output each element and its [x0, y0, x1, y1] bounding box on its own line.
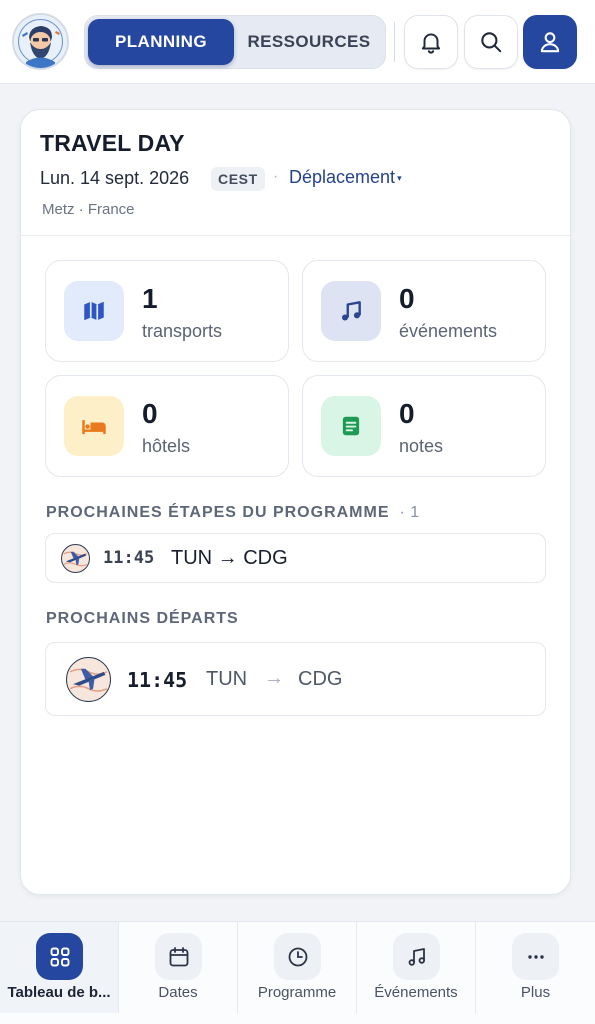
day-location: Metz · France [42, 201, 135, 218]
stat-events[interactable]: 0 événements [302, 260, 546, 362]
notifications-button[interactable] [404, 15, 458, 69]
stat-label: événements [399, 321, 498, 341]
search-icon [481, 32, 502, 53]
stat-count: 0 [399, 398, 415, 429]
departure-destination: CDG [298, 668, 343, 690]
day-summary-card: TRAVEL DAY Lun. 14 sept. 2026 CEST · Dép… [20, 109, 571, 895]
calendar-icon [155, 933, 202, 980]
separator-dot: · [273, 168, 279, 185]
bearded-man-logo-icon [14, 15, 67, 68]
stat-transports[interactable]: 1 transports [45, 260, 289, 362]
map-icon [64, 281, 124, 341]
step-route: TUN → CDG [171, 547, 288, 569]
departure-time: 11:45 [127, 668, 188, 692]
clock-icon [274, 933, 321, 980]
section-count: · 1 [399, 504, 420, 521]
nav-programme[interactable]: Programme [238, 922, 357, 1013]
bell-icon [421, 33, 441, 54]
nav-label: Tableau de b... [7, 984, 111, 1001]
tab-ressources[interactable]: RESSOURCES [236, 19, 382, 65]
nav-dates[interactable]: Dates [119, 922, 238, 1013]
stat-label: hôtels [142, 436, 191, 456]
header-divider [394, 22, 395, 62]
more-icon [512, 933, 559, 980]
music-icon [321, 281, 381, 341]
departure-item[interactable]: 11:45 TUN → CDG [45, 642, 546, 716]
airplane-icon [61, 544, 90, 573]
day-type-label: Déplacement [289, 167, 396, 187]
nav-more[interactable]: Plus [476, 922, 595, 1013]
account-button[interactable] [523, 15, 577, 69]
departure-origin: TUN [206, 668, 248, 690]
timezone-badge: CEST [211, 167, 265, 191]
caret-down-icon: ▾ [397, 172, 402, 183]
nav-label: Programme [257, 984, 337, 1001]
nav-label: Plus [520, 984, 551, 1001]
stat-count: 1 [142, 283, 158, 314]
arrow-right-icon: → [264, 667, 284, 689]
user-icon [540, 32, 560, 53]
nav-dashboard[interactable]: Tableau de b... [0, 922, 119, 1013]
nav-label: Événements [374, 984, 458, 1001]
bottom-navigation: Tableau de b... Dates Programme Événemen… [0, 921, 595, 1024]
upcoming-steps-heading: PROCHAINES ÉTAPES DU PROGRAMME · 1 [46, 504, 420, 522]
search-button[interactable] [464, 15, 518, 69]
top-bar: PLANNING RESSOURCES [0, 0, 595, 84]
airplane-icon [66, 657, 111, 702]
stat-count: 0 [399, 283, 415, 314]
day-header: TRAVEL DAY Lun. 14 sept. 2026 CEST · Dép… [21, 110, 570, 236]
step-time: 11:45 [103, 548, 155, 568]
note-icon [321, 396, 381, 456]
stat-label: notes [399, 436, 444, 456]
departures-heading: PROCHAINS DÉPARTS [46, 610, 239, 627]
day-title: TRAVEL DAY [40, 130, 185, 156]
upcoming-step-item[interactable]: 11:45 TUN → CDG [45, 533, 546, 583]
stat-label: transports [142, 321, 223, 341]
tab-planning[interactable]: PLANNING [88, 19, 234, 65]
nav-label: Dates [158, 984, 198, 1001]
profile-avatar[interactable] [12, 13, 69, 70]
view-switcher: PLANNING RESSOURCES [84, 15, 386, 69]
dashboard-icon [36, 933, 83, 980]
stat-count: 0 [142, 398, 158, 429]
section-title: PROCHAINES ÉTAPES DU PROGRAMME [46, 504, 390, 521]
nav-events[interactable]: Événements [357, 922, 476, 1013]
day-type-dropdown[interactable]: Déplacement ▾ [289, 167, 402, 188]
stat-notes[interactable]: 0 notes [302, 375, 546, 477]
bed-icon [64, 396, 124, 456]
stat-hotels[interactable]: 0 hôtels [45, 375, 289, 477]
music-icon [393, 933, 440, 980]
day-date: Lun. 14 sept. 2026 [40, 168, 190, 188]
